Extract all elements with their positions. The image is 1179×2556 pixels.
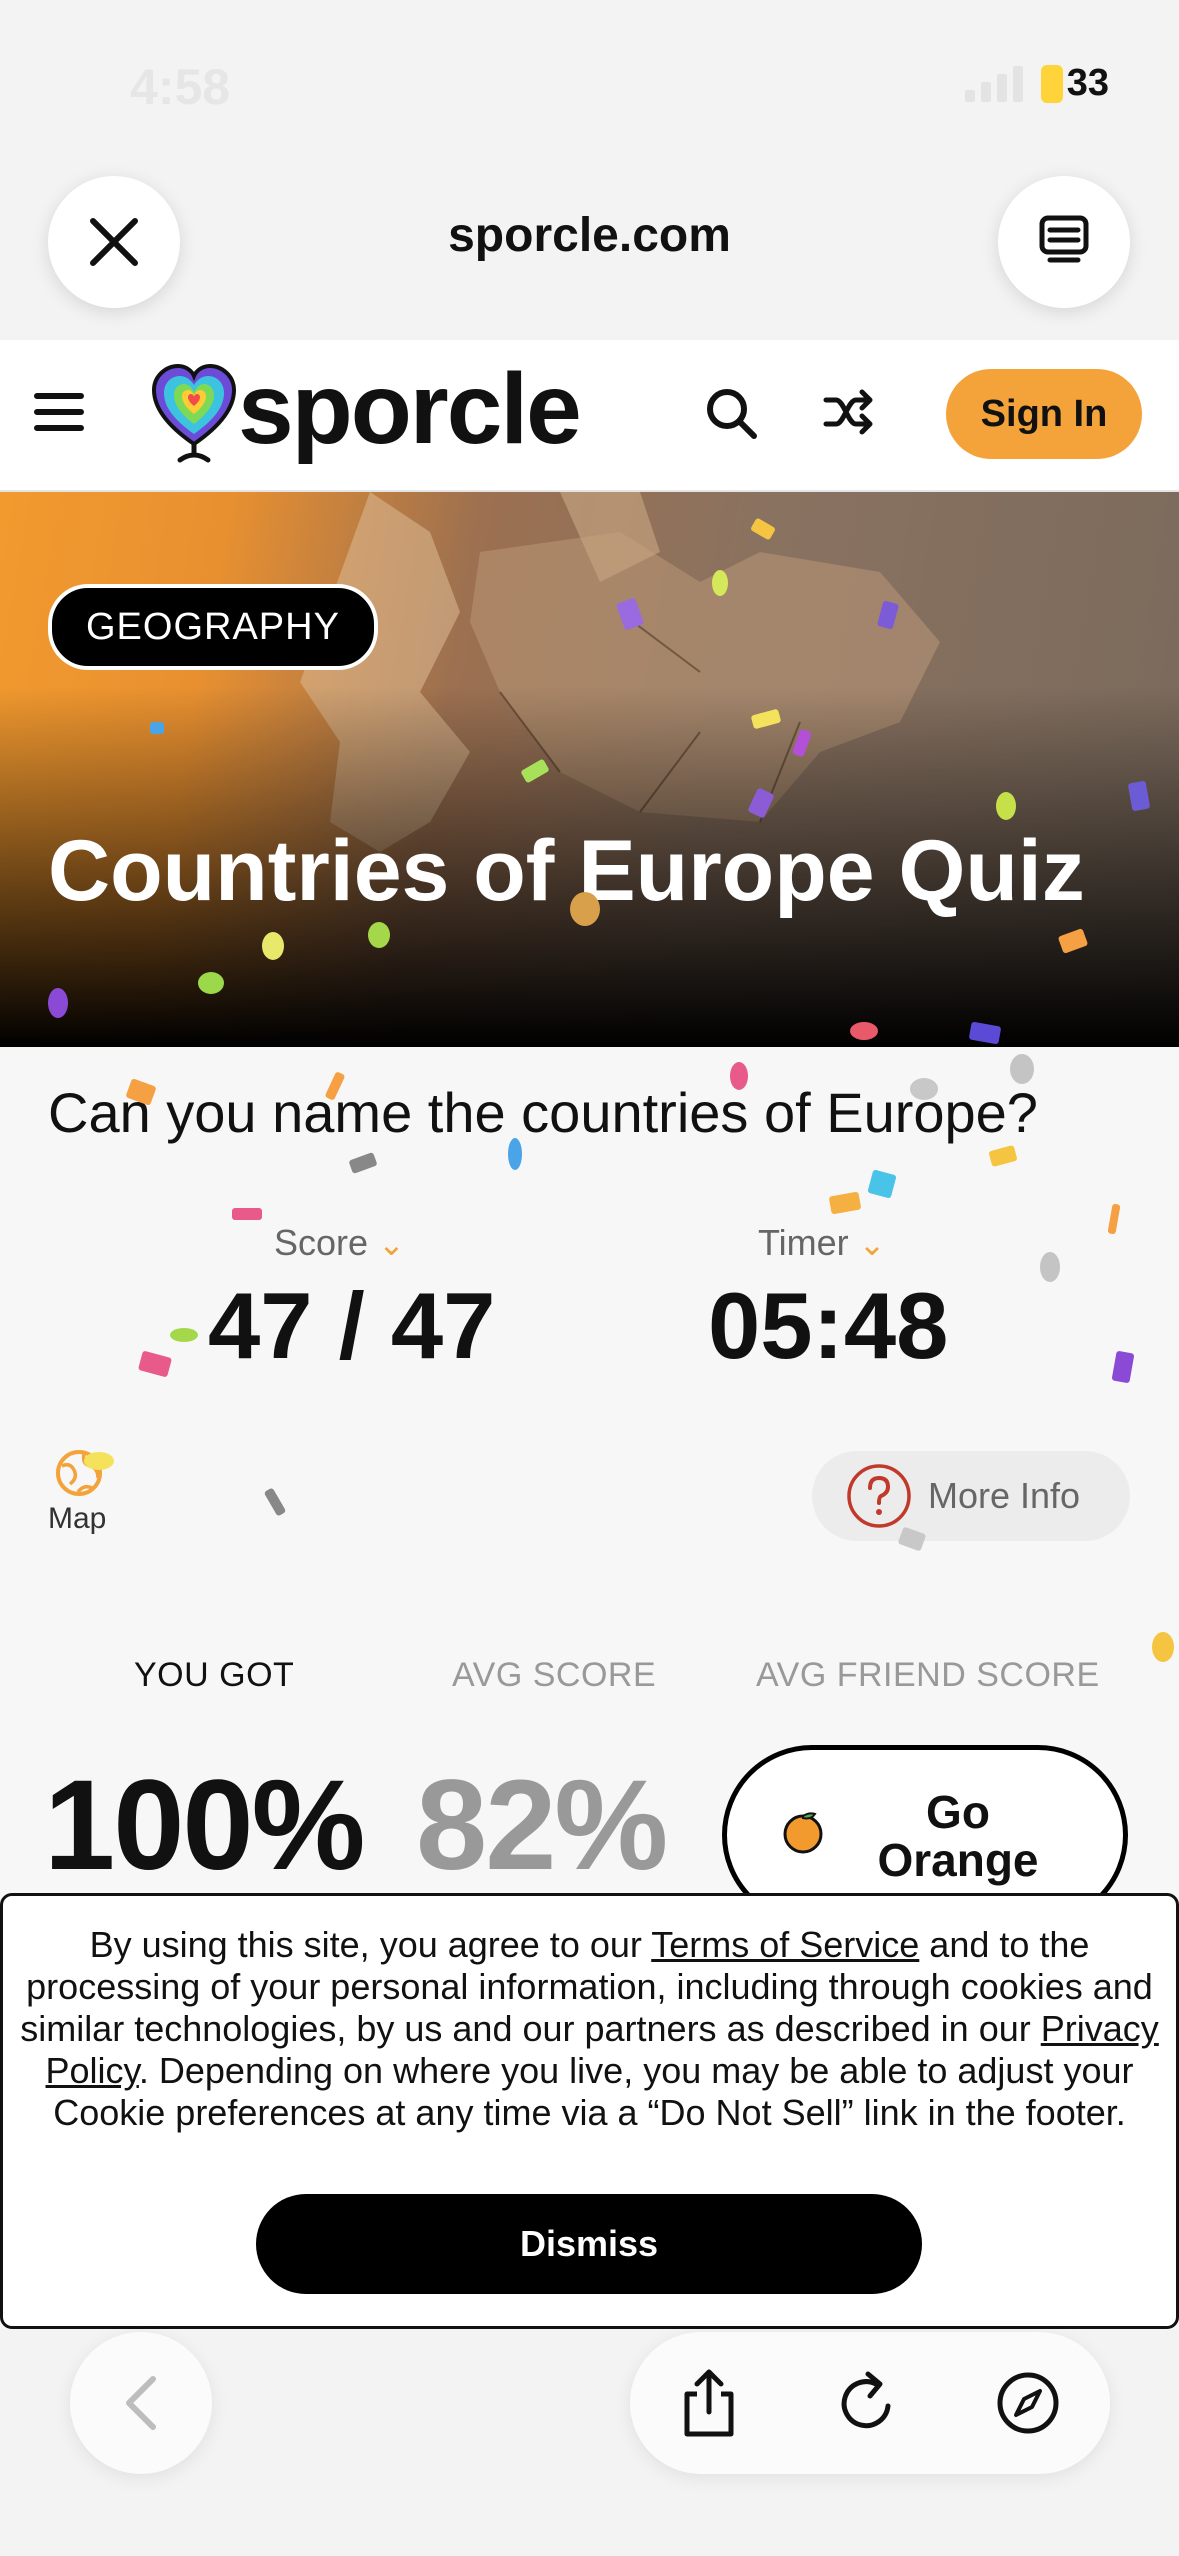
confetti-piece [170, 1328, 198, 1342]
terms-of-service-link[interactable]: Terms of Service [651, 1924, 919, 1965]
orange-icon [783, 1812, 823, 1854]
share-icon[interactable] [679, 2368, 739, 2438]
toolbar-actions [630, 2332, 1110, 2474]
back-icon [126, 2376, 156, 2430]
avg-score-label: AVG SCORE [452, 1656, 657, 1694]
status-time: 4:58 [130, 59, 231, 115]
timer-value: 05:48 [708, 1273, 949, 1378]
dismiss-button[interactable]: Dismiss [256, 2194, 922, 2294]
quiz-hero-image: GEOGRAPHY Countries of Europe Quiz [0, 492, 1179, 1047]
reader-mode-icon [1039, 215, 1089, 263]
confetti-piece [348, 1151, 378, 1175]
quiz-title: Countries of Europe Quiz [48, 823, 1085, 919]
help-icon [847, 1464, 911, 1528]
battery-icon [1040, 64, 1063, 103]
confetti-piece [1111, 1350, 1135, 1384]
confetti-piece [867, 1169, 897, 1199]
signal-icon [964, 65, 1023, 102]
quiz-question: Can you name the countries of Europe? [48, 1081, 1038, 1144]
confetti-piece [1152, 1632, 1174, 1662]
timer-dropdown[interactable]: Timer ⌄ [758, 1222, 885, 1264]
search-icon [707, 389, 757, 439]
go-orange-label: Go Orange [877, 1786, 1039, 1886]
cookie-text-part: . Depending on where you live, you may b… [53, 2050, 1134, 2133]
reader-mode-button[interactable] [998, 176, 1130, 308]
back-button[interactable] [70, 2332, 212, 2474]
more-info-button[interactable]: More Info [812, 1451, 1130, 1541]
confetti-piece [263, 1487, 287, 1517]
confetti-piece [232, 1208, 262, 1220]
chevron-down-icon: ⌄ [378, 1226, 405, 1262]
reload-icon[interactable] [836, 2370, 898, 2436]
map-label[interactable]: Map [48, 1502, 106, 1536]
random-quiz-button[interactable] [822, 388, 874, 441]
you-got-label: YOU GOT [134, 1656, 295, 1694]
confetti-piece [828, 1191, 862, 1215]
status-indicators: 33 [964, 62, 1109, 105]
score-value: 47 / 47 [208, 1273, 496, 1378]
search-button[interactable] [704, 386, 758, 445]
compass-icon[interactable] [995, 2370, 1061, 2436]
score-label: Score [274, 1222, 369, 1263]
chevron-down-icon: ⌄ [858, 1226, 886, 1262]
category-badge[interactable]: GEOGRAPHY [48, 584, 378, 670]
score-dropdown[interactable]: Score ⌄ [274, 1222, 405, 1264]
confetti-piece [988, 1144, 1018, 1168]
avg-score-value: 82% [416, 1754, 668, 1897]
map-button[interactable] [54, 1448, 104, 1503]
confetti-piece [137, 1350, 173, 1378]
cookie-text-part: By using this site, you agree to our [89, 1924, 652, 1965]
more-info-label: More Info [928, 1475, 1081, 1516]
you-got-value: 100% [44, 1754, 365, 1897]
battery-indicator: 33 [1040, 62, 1109, 105]
confetti-piece [1040, 1252, 1060, 1282]
map-icon [56, 1450, 102, 1496]
site-logo[interactable]: sporcle [238, 352, 582, 467]
menu-button[interactable] [34, 392, 84, 437]
shuffle-icon [823, 389, 873, 435]
confetti-piece [1107, 1203, 1121, 1235]
battery-level: 33 [1066, 62, 1109, 104]
sporcle-logo-icon [151, 363, 237, 469]
menu-icon [34, 393, 84, 431]
cookie-text: By using this site, you agree to our Ter… [18, 1924, 1161, 2134]
hero-gradient [0, 492, 1179, 1047]
sign-in-button[interactable]: Sign In [946, 369, 1142, 459]
timer-label: Timer [758, 1222, 849, 1263]
avg-friend-score-label: AVG FRIEND SCORE [756, 1656, 1100, 1694]
